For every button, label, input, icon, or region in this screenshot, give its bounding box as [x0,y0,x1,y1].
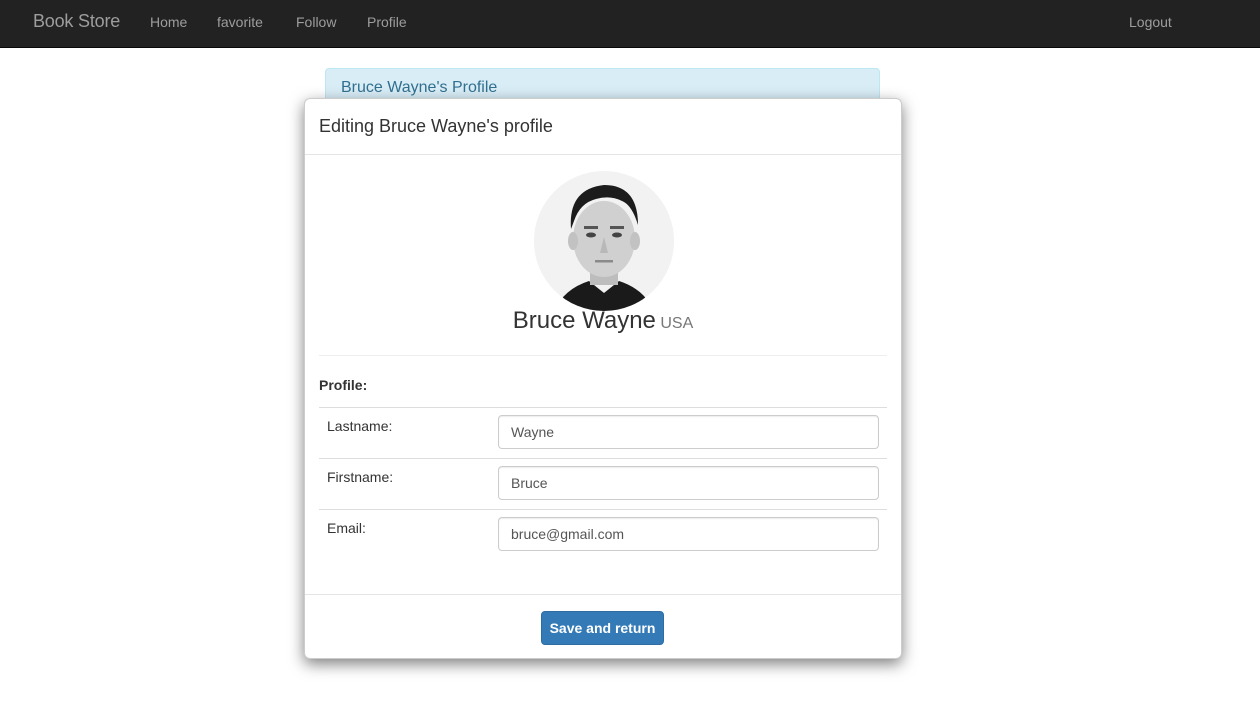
user-country: USA [660,315,694,332]
email-input[interactable] [498,517,879,551]
profile-panel-title: Bruce Wayne's Profile [341,79,498,96]
nav-profile-link[interactable]: Profile [367,14,407,30]
modal-footer-divider [305,594,901,595]
save-and-return-button[interactable]: Save and return [541,611,664,645]
lastname-input[interactable] [498,415,879,449]
avatar [534,171,674,311]
nav-home-link[interactable]: Home [150,14,187,30]
nav-favorite-link[interactable]: favorite [217,14,263,30]
profile-section-label: Profile: [319,377,368,393]
brand-link[interactable]: Book Store [33,11,120,32]
top-navbar: Book Store Home favorite Follow Profile … [0,0,1260,48]
table-row-divider [319,509,887,510]
lastname-label: Lastname: [327,418,393,434]
logout-link[interactable]: Logout [1129,14,1172,30]
user-name-line: Bruce Wayne USA [305,307,901,335]
edit-profile-modal: Editing Bruce Wayne's profile Bruce Wayn… [304,98,902,659]
divider [319,355,887,356]
email-label: Email: [327,520,366,536]
avatar-portrait-image [534,171,674,311]
modal-header: Editing Bruce Wayne's profile [305,99,901,155]
table-row-divider [319,458,887,459]
user-full-name: Bruce Wayne [512,307,656,334]
modal-title: Editing Bruce Wayne's profile [319,116,553,136]
table-row-divider [319,407,887,408]
nav-follow-link[interactable]: Follow [296,14,336,30]
firstname-label: Firstname: [327,469,394,485]
firstname-input[interactable] [498,466,879,500]
